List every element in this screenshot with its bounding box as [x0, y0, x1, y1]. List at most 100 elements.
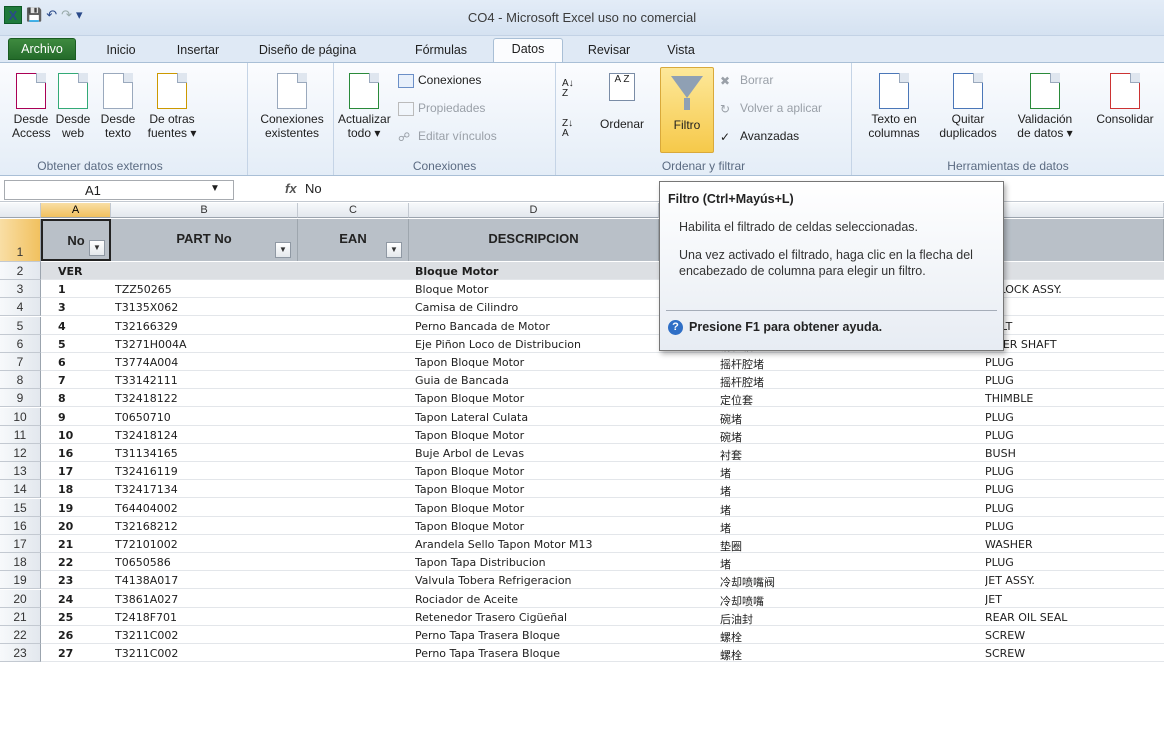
- cell-part-no[interactable]: T3135X062: [115, 301, 178, 314]
- row-header[interactable]: 6: [0, 335, 41, 353]
- cell-description[interactable]: Tapon Bloque Motor: [415, 356, 655, 369]
- cell-no[interactable]: 21: [58, 538, 73, 551]
- cell-description[interactable]: Guia de Bancada: [415, 374, 655, 387]
- cell-part-no[interactable]: T64404002: [115, 502, 178, 515]
- cell-part-no[interactable]: T32166329: [115, 320, 178, 333]
- column-header-d[interactable]: D: [409, 203, 659, 218]
- cell-description[interactable]: Camisa de Cilindro: [415, 301, 655, 314]
- row-header[interactable]: 8: [0, 371, 41, 389]
- cell-english[interactable]: IDLER SHAFT: [985, 338, 1155, 351]
- connections-button[interactable]: Conexiones: [398, 73, 481, 88]
- cell-english[interactable]: SCREW: [985, 647, 1155, 660]
- cell-description[interactable]: Perno Tapa Trasera Bloque: [415, 629, 655, 642]
- cell-english[interactable]: SCREW: [985, 629, 1155, 642]
- cell-part-no[interactable]: TZZ50265: [115, 283, 172, 296]
- sort-za-icon[interactable]: Z↓ A: [562, 119, 573, 139]
- cell-english[interactable]: PLUG: [985, 429, 1155, 442]
- row-header[interactable]: 10: [0, 408, 41, 426]
- remove-duplicates-button[interactable]: Quitar duplicados: [930, 73, 1006, 140]
- row-header-1[interactable]: 1: [0, 219, 41, 262]
- cell-part-no[interactable]: T0650710: [115, 411, 171, 424]
- cell-no[interactable]: 20: [58, 520, 73, 533]
- select-all-corner[interactable]: [0, 203, 41, 218]
- sort-button[interactable]: A Z Ordenar: [586, 73, 658, 131]
- cell-no[interactable]: 18: [58, 483, 73, 496]
- existing-connections-button[interactable]: Conexiones existentes: [256, 73, 328, 140]
- cell-english[interactable]: ER: [985, 301, 1155, 314]
- cell-english[interactable]: REAR OIL SEAL: [985, 611, 1155, 624]
- tab-diseno-pagina[interactable]: Diseño de página: [250, 40, 365, 62]
- cell-english[interactable]: PLUG: [985, 374, 1155, 387]
- cell-no[interactable]: 19: [58, 502, 73, 515]
- row-header[interactable]: 3: [0, 280, 41, 298]
- cell-no[interactable]: 23: [58, 574, 73, 587]
- row-header[interactable]: 11: [0, 426, 41, 444]
- cell-no[interactable]: 24: [58, 593, 73, 606]
- cell-english[interactable]: THIMBLE: [985, 392, 1155, 405]
- cell-part-no[interactable]: T72101002: [115, 538, 178, 551]
- cell-part-no[interactable]: T2418F701: [115, 611, 177, 624]
- cell-description[interactable]: Tapon Bloque Motor: [415, 465, 655, 478]
- filter-button[interactable]: Filtro: [660, 67, 714, 153]
- cell-part-no[interactable]: T32417134: [115, 483, 178, 496]
- formula-input[interactable]: No: [305, 181, 322, 196]
- cell-english[interactable]: JET ASSY.: [985, 574, 1155, 587]
- row-header[interactable]: 4: [0, 298, 41, 316]
- clear-button[interactable]: ✖ Borrar: [720, 73, 773, 88]
- cell-no[interactable]: 3: [58, 301, 66, 314]
- row-header[interactable]: 18: [0, 553, 41, 571]
- cell-no[interactable]: 17: [58, 465, 73, 478]
- cell-part-no[interactable]: T33142111: [115, 374, 178, 387]
- cell-no[interactable]: 10: [58, 429, 73, 442]
- cell-description[interactable]: Perno Bancada de Motor: [415, 320, 655, 333]
- name-box[interactable]: A1: [4, 180, 234, 200]
- tab-datos[interactable]: Datos: [493, 38, 563, 63]
- cell-no[interactable]: 27: [58, 647, 73, 660]
- cell-english[interactable]: WASHER: [985, 538, 1155, 551]
- cell-no[interactable]: 7: [58, 374, 66, 387]
- cell-description[interactable]: Rociador de Aceite: [415, 593, 655, 606]
- tab-revisar[interactable]: Revisar: [576, 40, 642, 62]
- properties-button[interactable]: Propiedades: [398, 101, 485, 116]
- cell-no[interactable]: 26: [58, 629, 73, 642]
- chevron-down-icon[interactable]: ▼: [210, 183, 220, 194]
- cell-part-no[interactable]: T3211C002: [115, 647, 178, 660]
- cell-no[interactable]: 6: [58, 356, 66, 369]
- row-header[interactable]: 16: [0, 517, 41, 535]
- cell-no[interactable]: 16: [58, 447, 73, 460]
- row-header[interactable]: 22: [0, 626, 41, 644]
- cell-part-no[interactable]: T3774A004: [115, 356, 178, 369]
- cell-english[interactable]: PLUG: [985, 356, 1155, 369]
- row-header[interactable]: 20: [0, 590, 41, 608]
- tab-insertar[interactable]: Insertar: [165, 40, 231, 62]
- cell-no[interactable]: 25: [58, 611, 73, 624]
- cell-part-no[interactable]: T3211C002: [115, 629, 178, 642]
- cell-description[interactable]: Tapon Bloque Motor: [415, 429, 655, 442]
- cell-english[interactable]: PLUG: [985, 411, 1155, 424]
- insert-function-icon[interactable]: fx: [285, 181, 297, 196]
- cell-no[interactable]: 9: [58, 411, 66, 424]
- tab-archivo[interactable]: Archivo: [8, 38, 76, 60]
- row-header[interactable]: 19: [0, 571, 41, 589]
- column-header-c[interactable]: C: [298, 203, 409, 218]
- reapply-button[interactable]: ↻ Volver a aplicar: [720, 101, 822, 116]
- tab-formulas[interactable]: Fórmulas: [405, 40, 477, 62]
- cell-description[interactable]: Tapon Bloque Motor: [415, 483, 655, 496]
- other-sources-button[interactable]: De otras fuentes ▾: [144, 73, 200, 140]
- from-access-button[interactable]: Desde Access: [12, 73, 51, 140]
- cell-no[interactable]: 8: [58, 392, 66, 405]
- row-header[interactable]: 12: [0, 444, 41, 462]
- row-header[interactable]: 21: [0, 608, 41, 626]
- cell-part-no[interactable]: T32168212: [115, 520, 178, 533]
- row-header[interactable]: 7: [0, 353, 41, 371]
- cell-description[interactable]: Retenedor Trasero Cigüeñal: [415, 611, 655, 624]
- edit-links-button[interactable]: ☍ Editar vínculos: [398, 129, 497, 144]
- cell-description[interactable]: Tapon Lateral Culata: [415, 411, 655, 424]
- row-header[interactable]: 5: [0, 317, 41, 335]
- refresh-all-button[interactable]: Actualizar todo ▾: [338, 73, 391, 140]
- cell-part-no[interactable]: T32416119: [115, 465, 178, 478]
- cell-english[interactable]: PLUG: [985, 502, 1155, 515]
- cell-english[interactable]: PLUG: [985, 556, 1155, 569]
- from-text-button[interactable]: Desde texto: [96, 73, 140, 140]
- cell-part-no[interactable]: T31134165: [115, 447, 178, 460]
